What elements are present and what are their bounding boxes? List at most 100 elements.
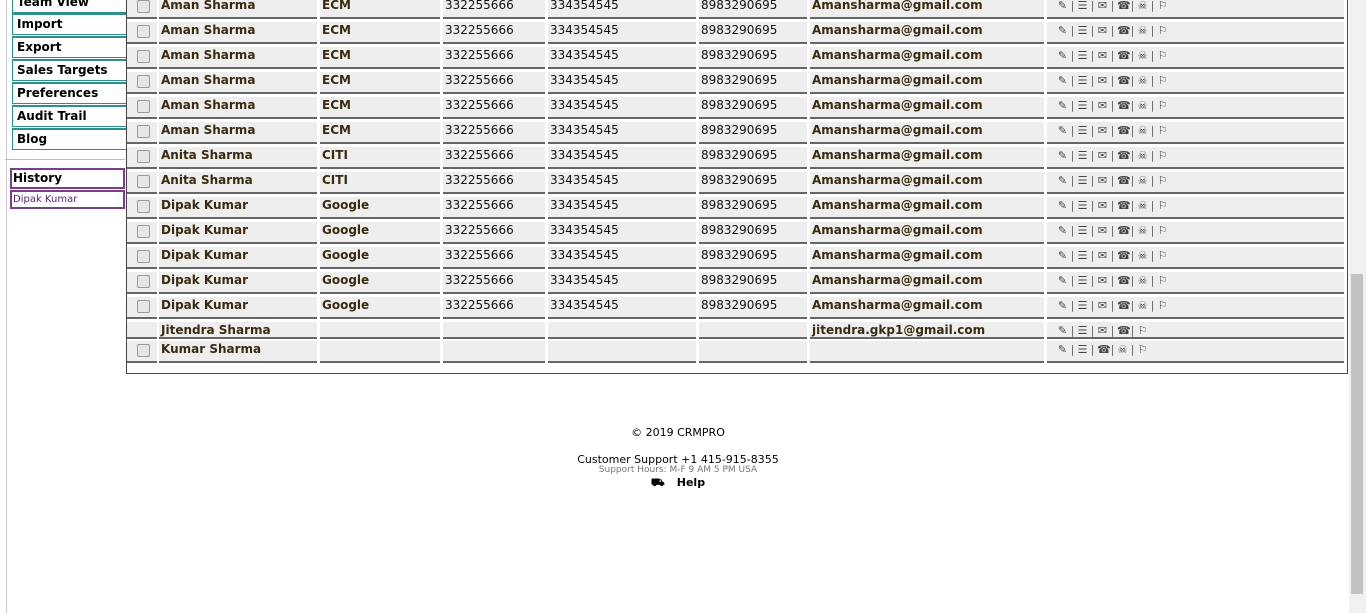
trash-icon[interactable]: ☠ [1137, 97, 1148, 114]
edit-icon[interactable]: ✎ [1057, 22, 1068, 39]
flag-icon[interactable]: ⚐ [1157, 222, 1168, 239]
row-checkbox[interactable] [137, 225, 150, 238]
edit-icon[interactable]: ✎ [1057, 172, 1068, 189]
cell-company[interactable]: ECM [320, 22, 440, 44]
cell-company[interactable]: ECM [320, 97, 440, 119]
flag-icon[interactable]: ⚐ [1137, 322, 1148, 337]
list-icon[interactable]: ☰ [1077, 322, 1088, 337]
list-icon[interactable]: ☰ [1077, 147, 1088, 164]
list-icon[interactable]: ☰ [1077, 97, 1088, 114]
list-icon[interactable]: ☰ [1077, 197, 1088, 214]
edit-icon[interactable]: ✎ [1057, 197, 1068, 214]
edit-icon[interactable]: ✎ [1057, 72, 1068, 89]
row-checkbox[interactable] [137, 50, 150, 63]
cell-name[interactable]: Dipak Kumar [159, 197, 317, 219]
cell-name[interactable]: Dipak Kumar [159, 222, 317, 244]
cell-name[interactable]: Jitendra Sharma [159, 322, 317, 339]
flag-icon[interactable]: ⚐ [1137, 341, 1148, 358]
list-icon[interactable]: ☰ [1077, 0, 1088, 14]
cell-name[interactable]: Dipak Kumar [159, 247, 317, 269]
cell-name[interactable]: Dipak Kumar [159, 272, 317, 294]
mail-icon[interactable]: ✉ [1097, 272, 1108, 289]
trash-icon[interactable]: ☠ [1117, 341, 1128, 358]
cell-email[interactable]: jitendra.gkp1@gmail.com [810, 322, 1044, 339]
cell-company[interactable]: CITI [320, 172, 440, 194]
edit-icon[interactable]: ✎ [1057, 97, 1068, 114]
row-checkbox[interactable] [137, 100, 150, 113]
sidebar-item-export[interactable]: Export [12, 36, 128, 58]
row-checkbox[interactable] [137, 25, 150, 38]
flag-icon[interactable]: ⚐ [1157, 97, 1168, 114]
phone-icon[interactable]: ☎ [1117, 22, 1131, 39]
edit-icon[interactable]: ✎ [1057, 272, 1068, 289]
list-icon[interactable]: ☰ [1077, 122, 1088, 139]
flag-icon[interactable]: ⚐ [1157, 122, 1168, 139]
edit-icon[interactable]: ✎ [1057, 47, 1068, 64]
cell-company[interactable]: Google [320, 222, 440, 244]
trash-icon[interactable]: ☠ [1137, 272, 1148, 289]
flag-icon[interactable]: ⚐ [1157, 197, 1168, 214]
flag-icon[interactable]: ⚐ [1157, 72, 1168, 89]
cell-company[interactable]: Google [320, 197, 440, 219]
cell-name[interactable]: Aman Sharma [159, 47, 317, 69]
cell-name[interactable]: Anita Sharma [159, 172, 317, 194]
trash-icon[interactable]: ☠ [1137, 72, 1148, 89]
cell-name[interactable]: Kumar Sharma [159, 341, 317, 363]
cell-name[interactable]: Aman Sharma [159, 22, 317, 44]
list-icon[interactable]: ☰ [1077, 47, 1088, 64]
row-checkbox[interactable] [137, 150, 150, 163]
cell-email[interactable]: Amansharma@gmail.com [810, 0, 1044, 19]
cell-company[interactable] [320, 341, 440, 363]
phone-icon[interactable]: ☎ [1117, 222, 1131, 239]
mail-icon[interactable]: ✉ [1097, 97, 1108, 114]
phone-icon[interactable]: ☎ [1117, 172, 1131, 189]
cell-name[interactable]: Aman Sharma [159, 122, 317, 144]
cell-name[interactable]: Aman Sharma [159, 97, 317, 119]
phone-icon[interactable]: ☎ [1117, 297, 1131, 314]
trash-icon[interactable]: ☠ [1137, 22, 1148, 39]
cell-company[interactable] [320, 322, 440, 339]
row-checkbox[interactable] [137, 125, 150, 138]
cell-email[interactable]: Amansharma@gmail.com [810, 297, 1044, 319]
help-link[interactable]: ⛟ Help [126, 476, 1230, 491]
row-checkbox[interactable] [137, 250, 150, 263]
history-item[interactable]: Dipak Kumar [10, 190, 125, 209]
phone-icon[interactable]: ☎ [1117, 97, 1131, 114]
mail-icon[interactable]: ✉ [1097, 322, 1108, 337]
cell-email[interactable]: Amansharma@gmail.com [810, 122, 1044, 144]
mail-icon[interactable]: ✉ [1097, 197, 1108, 214]
trash-icon[interactable]: ☠ [1137, 297, 1148, 314]
flag-icon[interactable]: ⚐ [1157, 297, 1168, 314]
cell-company[interactable]: ECM [320, 47, 440, 69]
list-icon[interactable]: ☰ [1077, 297, 1088, 314]
mail-icon[interactable]: ✉ [1097, 22, 1108, 39]
sidebar-item-audit-trail[interactable]: Audit Trail [12, 105, 128, 127]
list-icon[interactable]: ☰ [1077, 222, 1088, 239]
list-icon[interactable]: ☰ [1077, 272, 1088, 289]
phone-icon[interactable]: ☎ [1117, 247, 1131, 264]
cell-company[interactable]: Google [320, 247, 440, 269]
sidebar-item-team-view[interactable]: Team View [12, 0, 128, 13]
trash-icon[interactable]: ☠ [1137, 122, 1148, 139]
cell-company[interactable]: ECM [320, 0, 440, 19]
sidebar-item-preferences[interactable]: Preferences [12, 82, 128, 104]
mail-icon[interactable]: ✉ [1097, 222, 1108, 239]
edit-icon[interactable]: ✎ [1057, 322, 1068, 337]
trash-icon[interactable]: ☠ [1137, 172, 1148, 189]
list-icon[interactable]: ☰ [1077, 247, 1088, 264]
edit-icon[interactable]: ✎ [1057, 222, 1068, 239]
phone-icon[interactable]: ☎ [1117, 0, 1131, 14]
mail-icon[interactable]: ✉ [1097, 122, 1108, 139]
mail-icon[interactable]: ✉ [1097, 247, 1108, 264]
row-checkbox[interactable] [137, 200, 150, 213]
edit-icon[interactable]: ✎ [1057, 0, 1068, 14]
phone-icon[interactable]: ☎ [1117, 272, 1131, 289]
cell-company[interactable]: Google [320, 272, 440, 294]
trash-icon[interactable]: ☠ [1137, 222, 1148, 239]
row-checkbox[interactable] [137, 344, 150, 357]
row-checkbox[interactable] [137, 275, 150, 288]
cell-email[interactable] [810, 341, 1044, 363]
flag-icon[interactable]: ⚐ [1157, 147, 1168, 164]
mail-icon[interactable]: ✉ [1097, 172, 1108, 189]
cell-name[interactable]: Anita Sharma [159, 147, 317, 169]
